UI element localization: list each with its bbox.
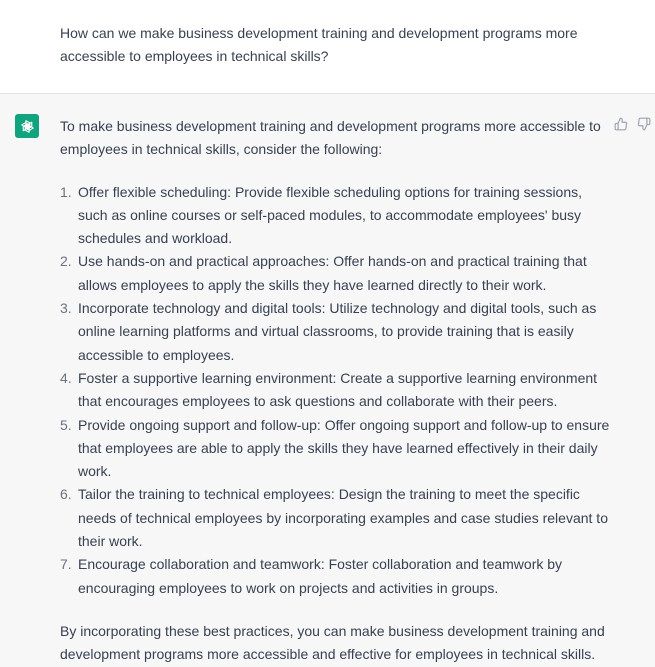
list-item-number: 3. <box>60 300 72 317</box>
openai-logo-icon <box>19 118 36 135</box>
assistant-message-content: To make business development training an… <box>60 115 610 667</box>
assistant-avatar <box>15 114 39 138</box>
assistant-message-block: To make business development training an… <box>0 94 655 667</box>
thumbs-up-icon[interactable] <box>614 117 628 131</box>
list-item-text: Offer flexible scheduling: Provide flexi… <box>78 183 583 247</box>
list-item-number: 6. <box>60 486 72 503</box>
list-item: 6. Tailor the training to technical emplo… <box>60 483 610 553</box>
list-item: 4. Foster a supportive learning environme… <box>60 367 610 414</box>
chat-page: How can we make business development tra… <box>0 0 655 667</box>
assistant-conclusion: By incorporating these best practices, y… <box>60 622 605 663</box>
user-message-block: How can we make business development tra… <box>0 0 655 94</box>
list-item-number: 5. <box>60 416 72 433</box>
list-item-text: Tailor the training to technical employe… <box>78 486 608 550</box>
list-item: 7. Encourage collaboration and teamwork: … <box>60 553 610 600</box>
list-item-number: 1. <box>60 183 72 200</box>
recommendation-list: 1. Offer flexible scheduling: Provide fle… <box>60 181 610 600</box>
list-item: 5. Provide ongoing support and follow-up:… <box>60 414 610 484</box>
list-item: 1. Offer flexible scheduling: Provide fle… <box>60 181 610 251</box>
thumbs-down-icon[interactable] <box>637 117 651 131</box>
list-item-text: Incorporate technology and digital tools… <box>78 300 597 363</box>
list-item: 2. Use hands-on and practical approaches:… <box>60 250 610 297</box>
list-item-text: Encourage collaboration and teamwork: Fo… <box>78 556 563 596</box>
list-item-text: Provide ongoing support and follow-up: O… <box>78 416 610 480</box>
list-item-number: 7. <box>60 556 72 573</box>
list-item: 3. Incorporate technology and digital too… <box>60 297 610 367</box>
list-item-text: Use hands-on and practical approaches: O… <box>78 253 587 293</box>
user-message-text: How can we make business development tra… <box>60 25 578 64</box>
feedback-buttons <box>614 117 651 131</box>
list-item-text: Foster a supportive learning environment… <box>78 369 598 410</box>
assistant-intro: To make business development training an… <box>60 118 601 158</box>
list-item-number: 2. <box>60 253 72 270</box>
list-item-number: 4. <box>60 369 72 386</box>
